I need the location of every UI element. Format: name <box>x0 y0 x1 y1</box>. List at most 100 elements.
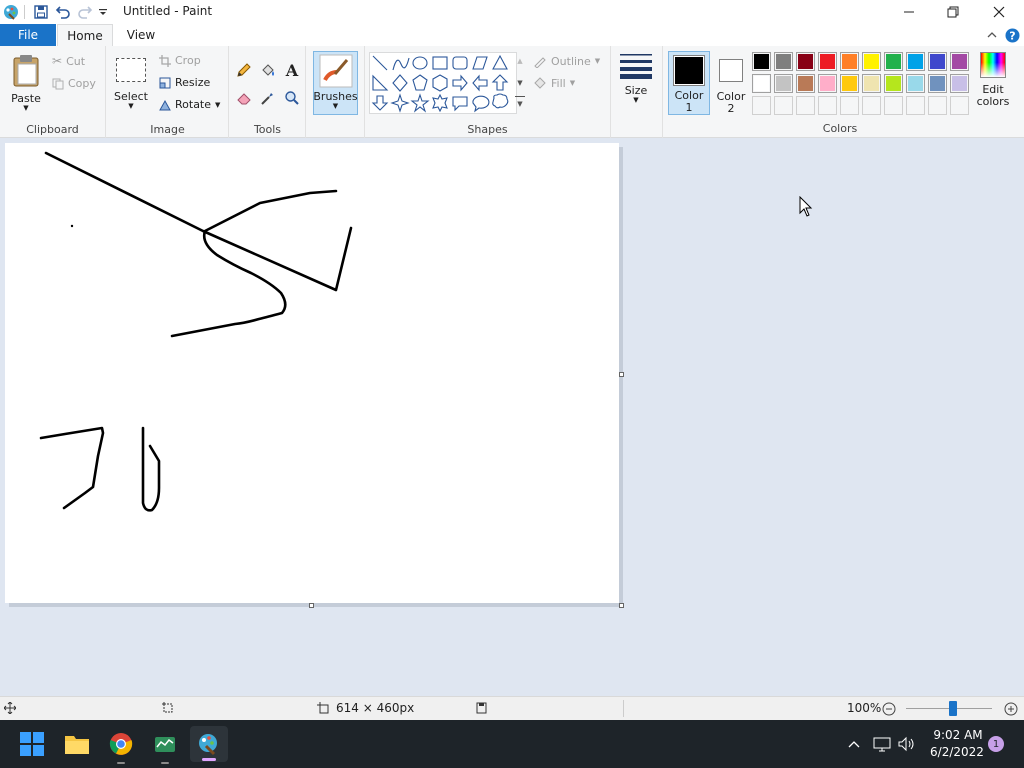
resize-icon <box>159 77 171 88</box>
file-explorer-icon[interactable] <box>60 730 94 758</box>
clock-time[interactable]: 9:02 AM <box>930 728 986 742</box>
tab-home[interactable]: Home <box>57 24 113 46</box>
select-button[interactable]: Select ▼ <box>113 54 149 114</box>
resize-handle-bottom[interactable] <box>309 603 314 608</box>
network-icon[interactable] <box>872 734 892 754</box>
file-size-icon <box>474 701 488 715</box>
brushes-button[interactable]: Brushes ▼ <box>313 51 358 115</box>
volume-icon[interactable] <box>896 734 918 754</box>
clipboard-group: Paste ▼ ✂ Cut Copy Clipboard <box>0 46 106 138</box>
paint-icon[interactable] <box>190 726 228 762</box>
minimize-ribbon-icon[interactable] <box>984 27 1000 43</box>
window-title: Untitled - Paint <box>123 4 213 18</box>
size-dropdown-icon: ▼ <box>633 96 639 104</box>
resize-button[interactable]: Resize <box>159 76 210 89</box>
palette-swatch[interactable] <box>862 74 881 93</box>
ribbon: Paste ▼ ✂ Cut Copy Clipboard Select ▼ Cr… <box>0 46 1024 138</box>
fill-button[interactable]: Fill ▼ <box>533 76 575 90</box>
paste-button[interactable]: Paste ▼ <box>6 52 46 114</box>
tab-view[interactable]: View <box>115 24 167 46</box>
palette-swatch-empty[interactable] <box>774 96 793 115</box>
shapes-scroll-down-icon[interactable]: ▼ <box>515 76 525 90</box>
zoom-out-button[interactable] <box>881 701 897 717</box>
help-icon[interactable]: ? <box>1004 27 1020 43</box>
minimize-button[interactable] <box>886 0 932 24</box>
restore-button[interactable] <box>930 0 976 24</box>
notification-badge[interactable]: 1 <box>988 736 1004 752</box>
task-manager-icon[interactable] <box>148 730 182 764</box>
palette-swatch[interactable] <box>774 74 793 93</box>
crop-label: Crop <box>175 54 201 67</box>
palette-swatch[interactable] <box>862 52 881 71</box>
palette-swatch[interactable] <box>840 52 859 71</box>
palette-swatch[interactable] <box>840 74 859 93</box>
palette-swatch[interactable] <box>928 52 947 71</box>
outline-button[interactable]: Outline ▼ <box>533 54 600 68</box>
palette-swatch[interactable] <box>884 52 903 71</box>
canvas-size-text: 614 × 460px <box>336 701 415 715</box>
palette-swatch[interactable] <box>818 74 837 93</box>
palette-swatch[interactable] <box>928 74 947 93</box>
save-icon[interactable] <box>32 3 50 21</box>
clock-date[interactable]: 6/2/2022 <box>926 745 988 759</box>
color-picker-icon[interactable] <box>258 88 278 108</box>
size-button[interactable]: Size ▼ <box>614 52 658 114</box>
zoom-slider-thumb[interactable] <box>949 701 958 716</box>
palette-swatch[interactable] <box>796 74 815 93</box>
palette-swatch[interactable] <box>796 52 815 71</box>
palette-swatch-empty[interactable] <box>884 96 903 115</box>
mouse-cursor-icon <box>799 196 813 217</box>
colors-group-label: Colors <box>822 122 858 135</box>
color1-button[interactable]: Color 1 <box>668 51 710 115</box>
edit-colors-label-2: colors <box>976 95 1010 108</box>
undo-icon[interactable] <box>54 3 72 21</box>
brushes-dropdown-icon: ▼ <box>332 102 339 110</box>
palette-swatch-empty[interactable] <box>928 96 947 115</box>
cut-button[interactable]: ✂ Cut <box>52 54 85 68</box>
redo-icon[interactable] <box>76 3 94 21</box>
palette-swatch[interactable] <box>950 52 969 71</box>
shapes-scroll-up-icon[interactable]: ▲ <box>515 54 525 68</box>
palette-swatch-empty[interactable] <box>752 96 771 115</box>
palette-swatch[interactable] <box>752 52 771 71</box>
color1-number: 1 <box>685 101 693 114</box>
shapes-group-label: Shapes <box>467 123 508 136</box>
palette-swatch[interactable] <box>906 52 925 71</box>
palette-swatch-empty[interactable] <box>796 96 815 115</box>
color2-button[interactable]: Color 2 <box>712 51 750 115</box>
tab-file[interactable]: File <box>0 24 56 46</box>
palette-swatch[interactable] <box>884 74 903 93</box>
eraser-icon[interactable] <box>234 88 254 108</box>
palette-swatch[interactable] <box>752 74 771 93</box>
copy-button[interactable]: Copy <box>52 77 96 90</box>
edit-colors-button[interactable]: Edit colors <box>974 52 1012 116</box>
image-group: Select ▼ Crop Resize Rotate ▼ Image <box>107 46 229 138</box>
magnifier-icon[interactable] <box>282 88 302 108</box>
rotate-button[interactable]: Rotate ▼ <box>159 98 220 111</box>
pencil-icon[interactable] <box>234 60 254 80</box>
palette-swatch-empty[interactable] <box>840 96 859 115</box>
zoom-in-button[interactable] <box>1003 701 1019 717</box>
fill-bucket-icon[interactable] <box>258 60 278 80</box>
palette-swatch-empty[interactable] <box>950 96 969 115</box>
image-group-label: Image <box>150 123 185 136</box>
shapes-more-icon[interactable]: ▼ <box>515 96 525 110</box>
palette-swatch[interactable] <box>906 74 925 93</box>
show-hidden-icons-icon[interactable] <box>846 736 862 752</box>
palette-swatch-empty[interactable] <box>906 96 925 115</box>
color1-swatch <box>673 55 705 86</box>
crop-button[interactable]: Crop <box>159 54 201 67</box>
palette-swatch-empty[interactable] <box>818 96 837 115</box>
close-button[interactable] <box>976 0 1022 24</box>
chrome-icon[interactable] <box>104 730 138 764</box>
customize-qat-icon[interactable] <box>96 3 110 21</box>
windows-start-icon[interactable] <box>16 730 48 758</box>
palette-swatch[interactable] <box>950 74 969 93</box>
drawing-canvas[interactable] <box>5 143 619 603</box>
palette-swatch[interactable] <box>818 52 837 71</box>
resize-handle-right[interactable] <box>619 372 624 377</box>
resize-handle-corner[interactable] <box>619 603 624 608</box>
palette-swatch-empty[interactable] <box>862 96 881 115</box>
text-tool-icon[interactable]: A <box>282 60 302 80</box>
palette-swatch[interactable] <box>774 52 793 71</box>
